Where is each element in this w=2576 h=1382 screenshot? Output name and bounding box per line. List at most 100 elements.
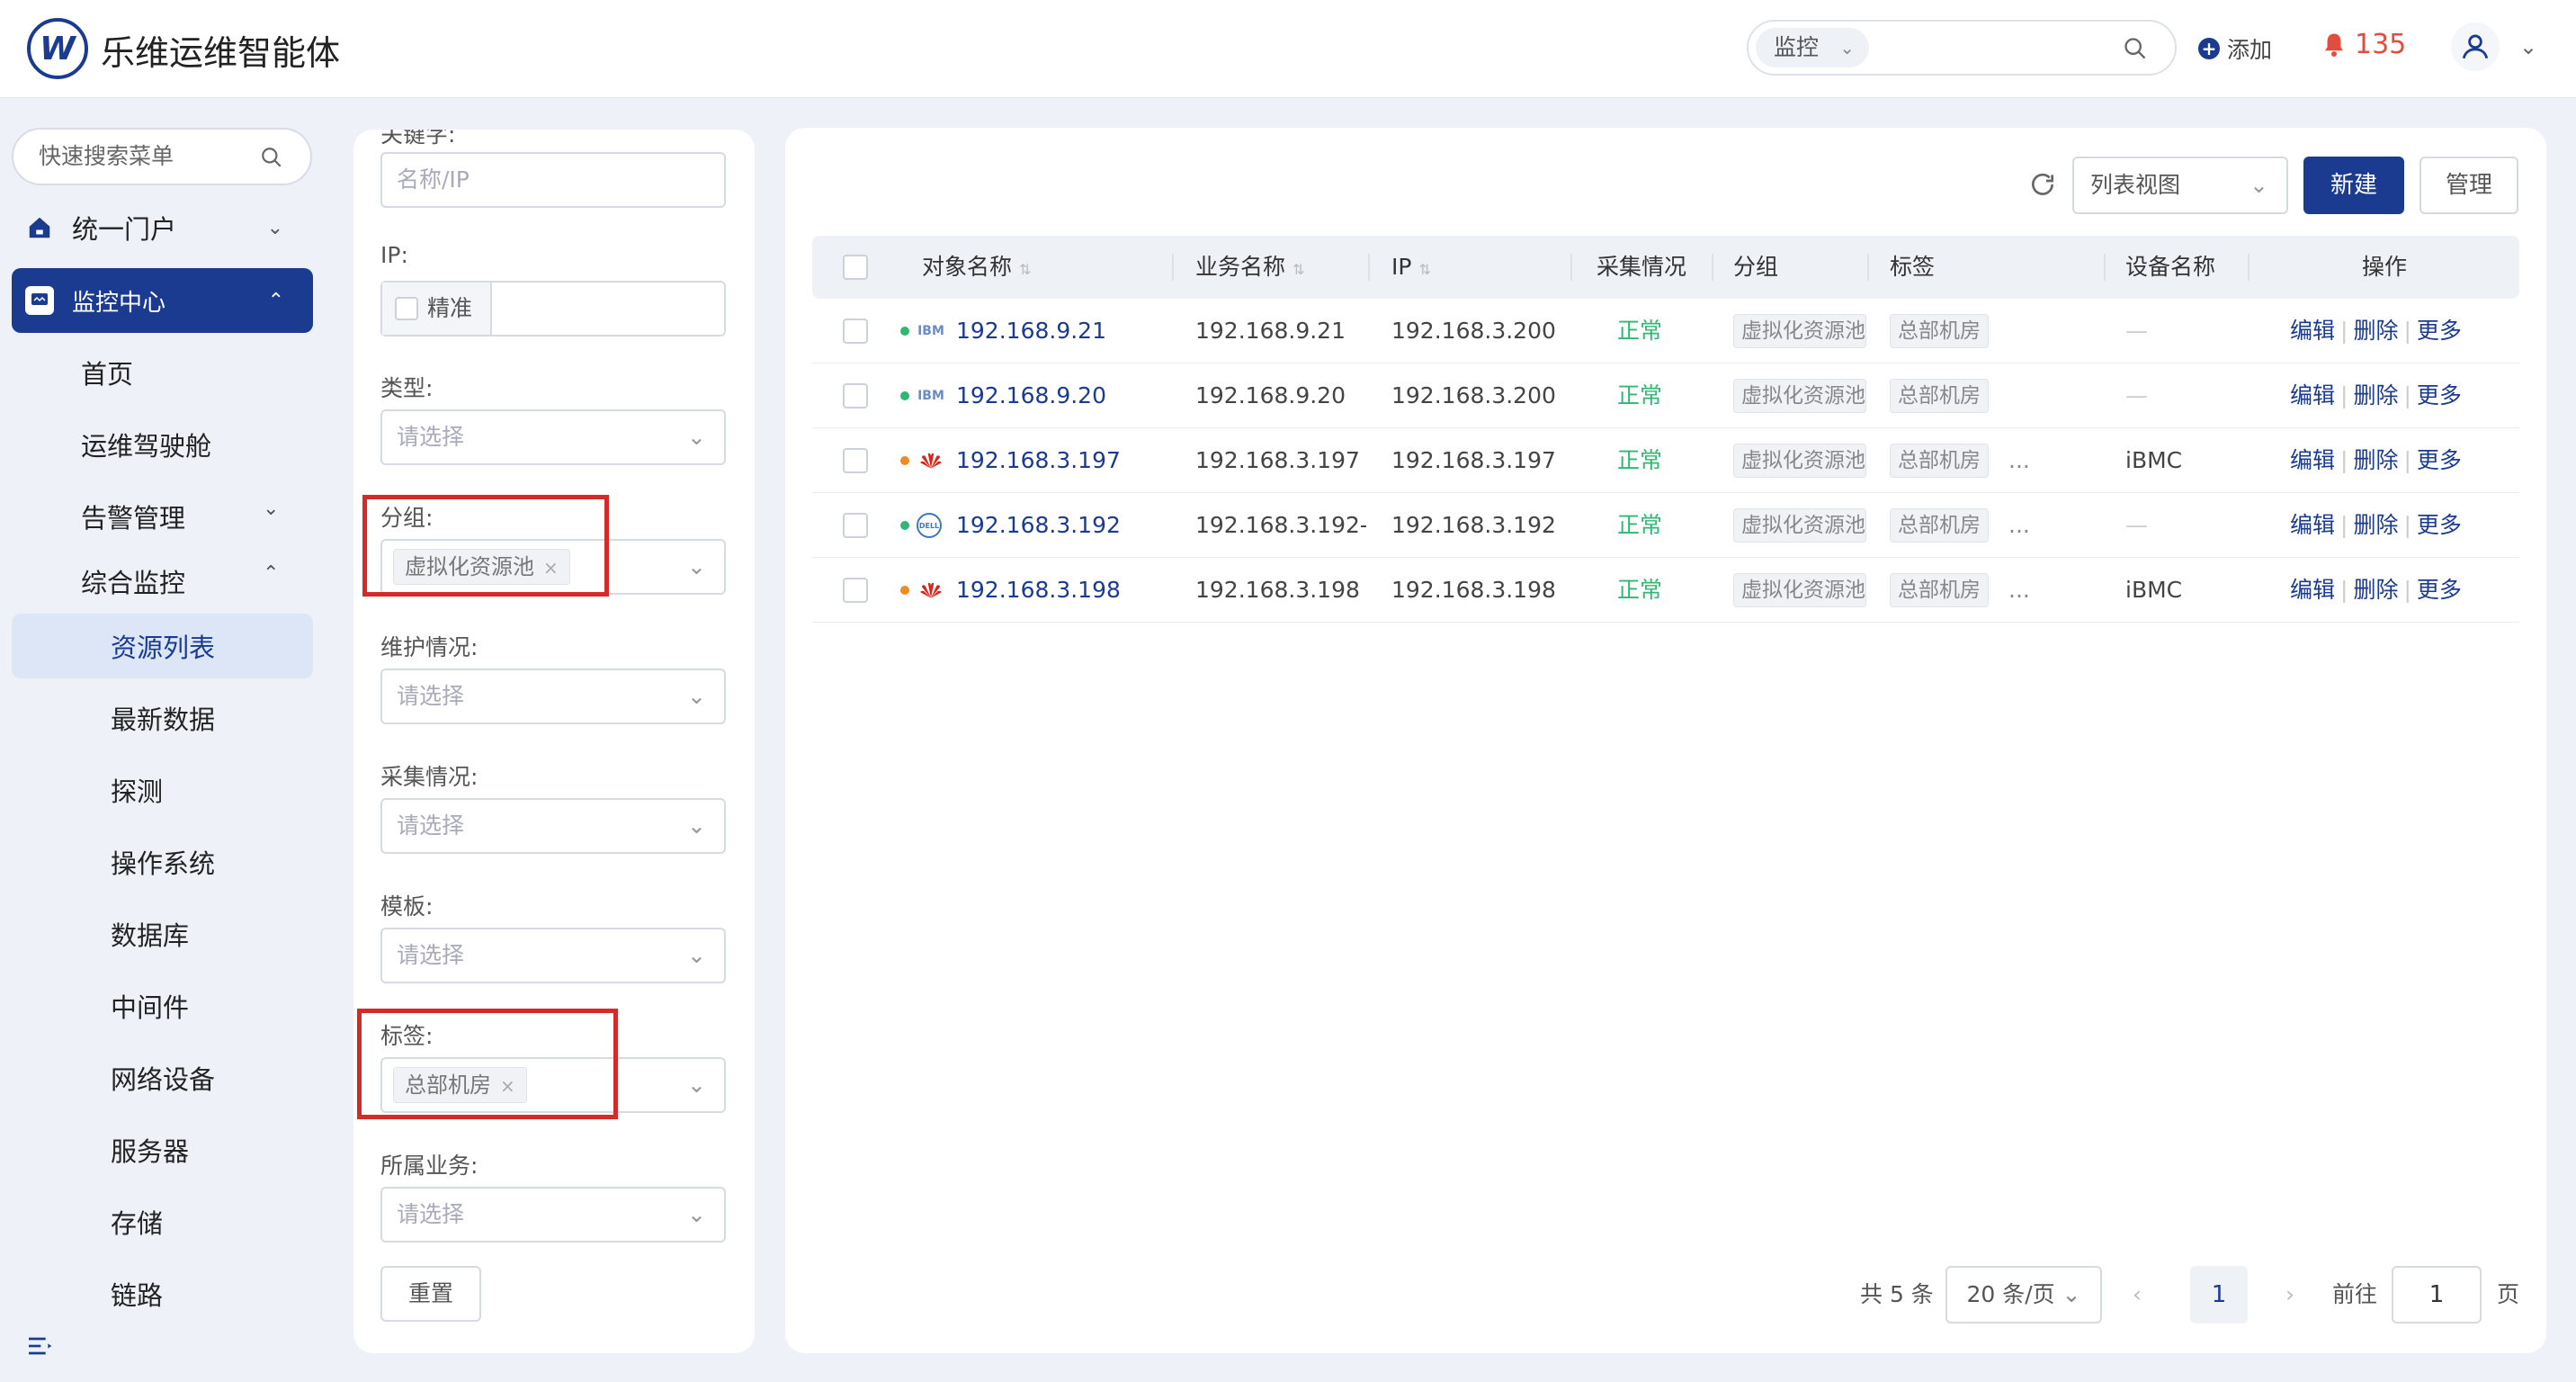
delete-link[interactable]: 删除 (2353, 512, 2398, 538)
app-logo[interactable]: W (27, 18, 88, 79)
edit-link[interactable]: 编辑 (2290, 382, 2335, 408)
chevron-up-icon: ⌃ (263, 562, 280, 585)
row-checkbox[interactable] (843, 513, 868, 538)
select-all-checkbox[interactable] (843, 255, 868, 280)
sidebar-item-portal[interactable]: 统一门户 ⌄ (0, 195, 324, 260)
delete-link[interactable]: 删除 (2353, 318, 2398, 344)
collapse-menu-icon[interactable] (25, 1332, 54, 1360)
ip-cell: 192.168.3.198 (1391, 577, 1556, 603)
sidebar-item-alarm-mgmt[interactable]: 告警管理 ⌄ (81, 498, 292, 535)
object-name-link[interactable]: 192.168.3.198 (956, 558, 1172, 623)
exact-checkbox[interactable] (395, 297, 418, 320)
chevron-down-icon: ⌄ (687, 424, 706, 450)
app-title: 乐维运维智能体 (101, 33, 341, 73)
template-placeholder: 请选择 (397, 942, 465, 968)
manage-button[interactable]: 管理 (2419, 157, 2518, 214)
edit-link[interactable]: 编辑 (2290, 577, 2335, 603)
object-name-link[interactable]: 192.168.3.192 (956, 493, 1172, 558)
col-name[interactable]: 对象名称 ⇅ (922, 236, 1031, 299)
search-icon[interactable] (260, 146, 283, 169)
more-tags[interactable]: ... (2008, 428, 2030, 493)
collect-select[interactable]: 请选择 ⌄ (380, 798, 726, 854)
sort-icon[interactable]: ⇅ (1019, 261, 1031, 278)
type-select[interactable]: 请选择 ⌄ (380, 409, 726, 465)
sidebar-item-latest-data[interactable]: 最新数据 (111, 699, 215, 737)
reset-button[interactable]: 重置 (380, 1266, 481, 1322)
sidebar-item-cockpit[interactable]: 运维驾驶舱 (81, 426, 211, 463)
delete-link[interactable]: 删除 (2353, 577, 2398, 603)
refresh-icon[interactable] (2028, 170, 2057, 199)
sidebar-item-home[interactable]: 首页 (81, 354, 133, 391)
delete-link[interactable]: 删除 (2353, 382, 2398, 408)
edit-link[interactable]: 编辑 (2290, 447, 2335, 473)
biz-label: 所属业务: (380, 1153, 479, 1179)
menu-search-placeholder: 快速搜索菜单 (39, 143, 174, 169)
object-name-link[interactable]: 192.168.3.197 (956, 428, 1172, 493)
sidebar-item-resource-list[interactable]: 资源列表 (111, 627, 215, 665)
group-cell: 虚拟化资源池 (1733, 444, 1866, 478)
sidebar-item-link[interactable]: 链路 (111, 1275, 163, 1313)
sort-icon[interactable]: ⇅ (1418, 261, 1430, 278)
alarm-indicator[interactable]: 135 (2321, 29, 2406, 60)
object-name-link[interactable]: 192.168.9.21 (956, 299, 1172, 363)
user-menu[interactable]: ⌄ (2451, 22, 2537, 71)
huawei-logo-icon (917, 448, 945, 473)
menu-search-input[interactable]: 快速搜索菜单 (12, 128, 312, 185)
sort-icon[interactable]: ⇅ (1292, 261, 1304, 278)
more-link[interactable]: 更多 (2417, 318, 2462, 344)
more-link[interactable]: 更多 (2417, 447, 2462, 473)
more-link[interactable]: 更多 (2417, 382, 2462, 408)
tag-cell: 总部机房 (1890, 379, 1989, 413)
keyword-input[interactable]: 名称/IP (380, 152, 726, 208)
table-row: DELL 192.168.3.192 192.168.3.192-Dell 19… (812, 493, 2519, 558)
sidebar-item-server[interactable]: 服务器 (111, 1131, 189, 1169)
col-ip[interactable]: IP ⇅ (1391, 236, 1431, 299)
add-button[interactable]: + 添加 (2198, 32, 2272, 65)
tag-cell: 总部机房 (1890, 314, 1989, 348)
biz-select[interactable]: 请选择 ⌄ (380, 1187, 726, 1243)
ip-cell: 192.168.3.197 (1391, 447, 1556, 473)
row-actions: 编辑 | 删除 | 更多 (2290, 447, 2462, 473)
more-link[interactable]: 更多 (2417, 512, 2462, 538)
exact-match-toggle[interactable]: 精准 (382, 283, 492, 335)
more-tags[interactable]: ... (2008, 493, 2030, 558)
search-icon[interactable] (2123, 36, 2148, 61)
template-select[interactable]: 请选择 ⌄ (380, 928, 726, 983)
sidebar-item-label: 综合监控 (81, 568, 186, 598)
current-page[interactable]: 1 (2190, 1266, 2248, 1324)
row-checkbox[interactable] (843, 578, 868, 603)
delete-link[interactable]: 删除 (2353, 447, 2398, 473)
sidebar-item-database[interactable]: 数据库 (111, 915, 189, 953)
business-name: 192.168.9.21 (1195, 318, 1346, 344)
sidebar-item-storage[interactable]: 存储 (111, 1203, 163, 1241)
edit-link[interactable]: 编辑 (2290, 318, 2335, 344)
sidebar-item-monitor-center[interactable]: 监控中心 ⌃ (12, 268, 313, 333)
global-search-bar[interactable]: 监控 ⌄ (1747, 20, 2177, 76)
ip-input[interactable]: 精准 (380, 281, 726, 337)
row-checkbox[interactable] (843, 448, 868, 473)
goto-page-input[interactable]: 1 (2392, 1266, 2482, 1324)
col-tag: 标签 (1890, 254, 1936, 280)
ip-cell: 192.168.3.192 (1391, 512, 1556, 538)
chevron-down-icon: ⌄ (687, 1072, 706, 1098)
sidebar-item-middleware[interactable]: 中间件 (111, 987, 189, 1025)
sidebar-item-network[interactable]: 网络设备 (111, 1059, 215, 1097)
more-link[interactable]: 更多 (2417, 577, 2462, 603)
sidebar-item-probe[interactable]: 探测 (111, 771, 163, 809)
tag-cell: 总部机房 (1890, 444, 1989, 478)
sidebar-item-integrated-monitor[interactable]: 综合监控 ⌃ (81, 562, 292, 600)
row-checkbox[interactable] (843, 319, 868, 344)
page-size-select[interactable]: 20 条/页 ⌄ (1945, 1266, 2102, 1324)
prev-page-icon[interactable]: ‹ (2133, 1266, 2142, 1324)
edit-link[interactable]: 编辑 (2290, 512, 2335, 538)
search-scope-select[interactable]: 监控 ⌄ (1756, 28, 1869, 67)
object-name-link[interactable]: 192.168.9.20 (956, 363, 1172, 428)
row-checkbox[interactable] (843, 383, 868, 408)
view-mode-select[interactable]: 列表视图 ⌄ (2072, 157, 2288, 214)
sidebar-item-os[interactable]: 操作系统 (111, 843, 215, 881)
next-page-icon[interactable]: › (2285, 1266, 2294, 1324)
more-tags[interactable]: ... (2008, 558, 2030, 623)
col-business[interactable]: 业务名称 ⇅ (1195, 236, 1304, 299)
maint-select[interactable]: 请选择 ⌄ (380, 669, 726, 724)
new-button[interactable]: 新建 (2303, 157, 2404, 214)
